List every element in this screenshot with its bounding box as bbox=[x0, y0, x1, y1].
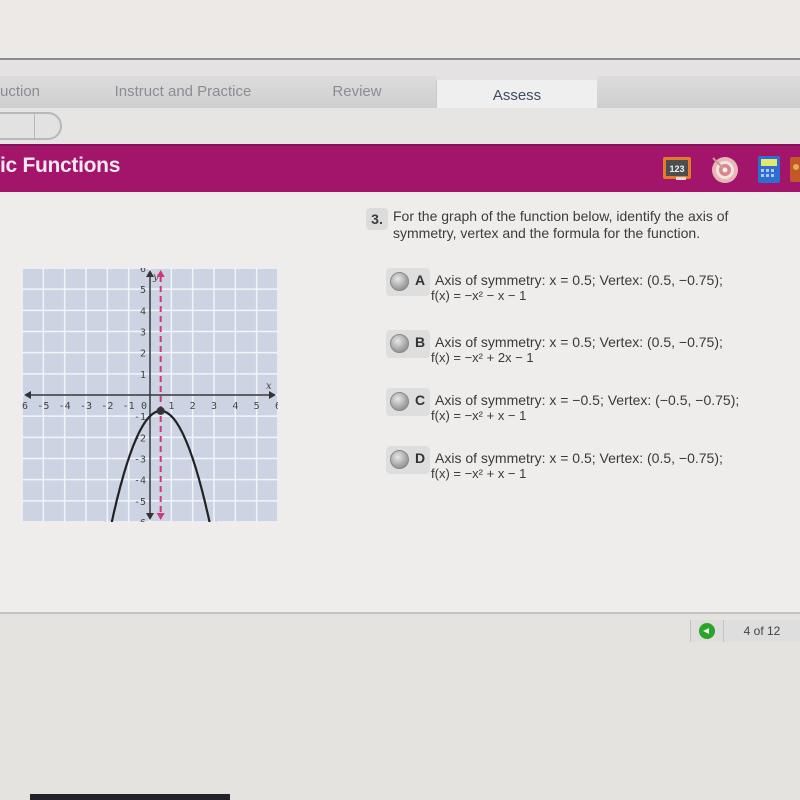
option-b[interactable]: B Axis of symmetry: x = 0.5; Vertex: (0.… bbox=[386, 330, 788, 370]
y-tick-label: 6 bbox=[140, 268, 146, 275]
tab-assess[interactable]: Assess bbox=[436, 80, 598, 110]
svg-text:123: 123 bbox=[669, 164, 684, 174]
tab-label: uction bbox=[0, 83, 41, 100]
option-d[interactable]: D Axis of symmetry: x = 0.5; Vertex: (0.… bbox=[386, 446, 788, 486]
tab-introduction[interactable]: uction bbox=[0, 76, 88, 108]
x-tick-label: -1 bbox=[123, 401, 135, 412]
y-tick-label: -1 bbox=[134, 412, 146, 423]
target-icon[interactable] bbox=[709, 154, 739, 184]
radio-button[interactable] bbox=[390, 334, 409, 353]
option-letter: A bbox=[415, 272, 426, 288]
y-tick-label: -6 bbox=[134, 518, 146, 522]
speaker-icon[interactable] bbox=[699, 623, 715, 639]
tab-label: Review bbox=[332, 83, 382, 100]
y-axis-label: y bbox=[152, 272, 159, 283]
option-formula: f(x) = −x² − x − 1 bbox=[431, 288, 527, 303]
y-tick-label: 1 bbox=[140, 370, 146, 381]
tab-label: Instruct and Practice bbox=[114, 83, 252, 100]
parabola-graph: -6-5-4-3-2-10123456654321-1-2-3-4-5-6xy bbox=[22, 268, 278, 522]
option-a[interactable]: A Axis of symmetry: x = 0.5; Vertex: (0.… bbox=[386, 268, 788, 308]
radio-button[interactable] bbox=[390, 450, 409, 469]
book-icon[interactable] bbox=[790, 154, 800, 184]
monitor-bezel bbox=[30, 794, 230, 800]
option-letter: D bbox=[415, 450, 426, 466]
x-tick-label: 6 bbox=[275, 401, 278, 412]
y-tick-label: -4 bbox=[134, 476, 146, 487]
y-tick-label: 4 bbox=[140, 306, 146, 317]
option-formula: f(x) = −x² + 2x − 1 bbox=[431, 350, 534, 365]
option-letter: B bbox=[415, 334, 426, 350]
tab-empty bbox=[597, 76, 800, 108]
tab-review[interactable]: Review bbox=[278, 76, 436, 108]
tab-label: Assess bbox=[492, 87, 542, 104]
question-text: For the graph of the function below, ide… bbox=[393, 208, 729, 241]
x-tick-label: -5 bbox=[37, 401, 49, 412]
tab-instruct-and-practice[interactable]: Instruct and Practice bbox=[88, 76, 278, 108]
option-formula: f(x) = −x² + x − 1 bbox=[431, 408, 527, 423]
y-tick-label: -5 bbox=[134, 497, 146, 508]
radio-button[interactable] bbox=[390, 272, 409, 291]
audio-control bbox=[690, 620, 724, 642]
tab-bar: uction Instruct and Practice Review Asse… bbox=[0, 60, 800, 110]
page-counter: 4 of 12 bbox=[724, 620, 800, 642]
x-tick-label: 1 bbox=[168, 401, 174, 412]
radio-button[interactable] bbox=[390, 392, 409, 411]
x-tick-label: -4 bbox=[59, 401, 71, 412]
option-letter: C bbox=[415, 392, 426, 408]
option-c[interactable]: C Axis of symmetry: x = −0.5; Vertex: (−… bbox=[386, 388, 788, 428]
y-tick-label: -3 bbox=[134, 455, 146, 466]
lesson-header: ic Functions 123 bbox=[0, 144, 800, 194]
sub-toolbar bbox=[0, 108, 800, 144]
option-text: Axis of symmetry: x = 0.5; Vertex: (0.5,… bbox=[435, 334, 723, 350]
option-formula: f(x) = −x² + x − 1 bbox=[431, 466, 527, 481]
calculator-icon[interactable] bbox=[754, 154, 784, 184]
x-tick-label: 4 bbox=[232, 401, 238, 412]
footer bbox=[0, 614, 800, 800]
y-tick-label: 3 bbox=[140, 328, 146, 339]
x-tick-label: 3 bbox=[211, 401, 217, 412]
top-strip bbox=[0, 0, 800, 60]
option-text: Axis of symmetry: x = 0.5; Vertex: (0.5,… bbox=[435, 450, 723, 466]
y-tick-label: 2 bbox=[140, 349, 146, 360]
question-number: 3. bbox=[366, 208, 388, 230]
number-chalkboard-icon[interactable]: 123 bbox=[662, 154, 692, 184]
x-tick-label: 5 bbox=[254, 401, 260, 412]
option-text: Axis of symmetry: x = −0.5; Vertex: (−0.… bbox=[435, 392, 740, 408]
x-axis-label: x bbox=[266, 381, 272, 392]
x-tick-label: -3 bbox=[80, 401, 92, 412]
segmented-control[interactable] bbox=[0, 112, 62, 140]
option-text: Axis of symmetry: x = 0.5; Vertex: (0.5,… bbox=[435, 272, 723, 288]
lesson-title: ic Functions bbox=[0, 154, 121, 177]
x-tick-label: 0 bbox=[141, 401, 147, 412]
x-tick-label: -2 bbox=[101, 401, 113, 412]
x-tick-label: 2 bbox=[190, 401, 196, 412]
y-tick-label: 5 bbox=[140, 285, 146, 296]
vertex-point bbox=[156, 406, 165, 415]
x-tick-label: -6 bbox=[22, 401, 28, 412]
